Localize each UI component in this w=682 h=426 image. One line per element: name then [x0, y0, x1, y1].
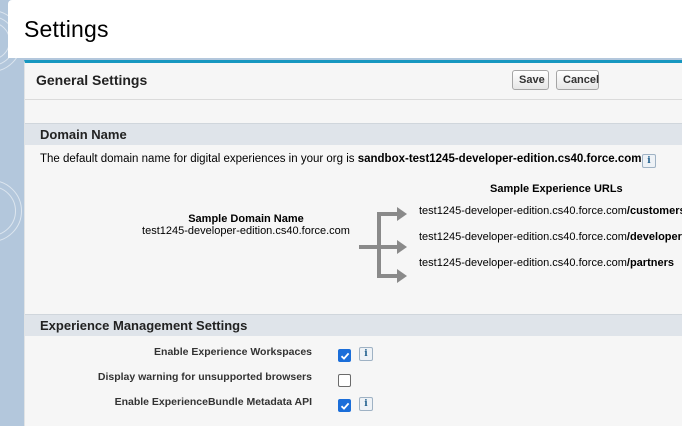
domain-name-section-header: Domain Name	[25, 123, 682, 145]
experience-management-section-header: Experience Management Settings	[25, 314, 682, 336]
url-path: /partners	[626, 257, 674, 269]
info-icon[interactable]: i	[642, 154, 656, 168]
sample-url-customers: test1245-developer-edition.cs40.force.co…	[419, 205, 682, 217]
section-title: Experience Management Settings	[40, 318, 248, 333]
info-icon[interactable]: i	[359, 347, 373, 361]
checkmark-icon	[340, 352, 350, 360]
panel-title: General Settings	[36, 72, 148, 88]
page-title: Settings	[24, 16, 109, 42]
default-domain: sandbox-test1245-developer-edition.cs40.…	[357, 153, 642, 165]
domain-description-text: The default domain name for digital expe…	[40, 153, 358, 165]
sample-domain-heading: Sample Domain Name	[188, 213, 304, 225]
sample-url-developers: test1245-developer-edition.cs40.force.co…	[419, 231, 682, 243]
info-icon[interactable]: i	[359, 397, 373, 411]
save-button[interactable]: Save	[512, 70, 549, 90]
section-title: Domain Name	[40, 127, 127, 142]
experiencebundle-api-label: Enable ExperienceBundle Metadata API	[114, 396, 312, 408]
unsupported-browser-warning-label: Display warning for unsupported browsers	[97, 371, 312, 383]
page-header: Settings	[8, 0, 682, 58]
enable-workspaces-checkbox[interactable]	[338, 349, 351, 362]
url-base: test1245-developer-edition.cs40.force.co…	[419, 257, 627, 269]
sample-url-partners: test1245-developer-edition.cs40.force.co…	[419, 257, 674, 269]
url-base: test1245-developer-edition.cs40.force.co…	[419, 231, 627, 243]
general-settings-panel: General Settings Save Cancel Domain Name…	[24, 60, 682, 426]
enable-workspaces-label: Enable Experience Workspaces	[154, 346, 312, 358]
url-path: /developers	[626, 231, 682, 243]
branch-arrow-icon	[359, 207, 407, 283]
url-base: test1245-developer-edition.cs40.force.co…	[419, 205, 627, 217]
sample-domain-value: test1245-developer-edition.cs40.force.co…	[142, 225, 350, 237]
background-decoration	[0, 0, 22, 426]
experiencebundle-api-checkbox[interactable]	[338, 399, 351, 412]
cancel-button[interactable]: Cancel	[556, 70, 599, 90]
panel-header: General Settings Save Cancel	[25, 63, 682, 100]
sample-urls-heading: Sample Experience URLs	[490, 183, 623, 195]
url-path: /customers	[626, 205, 682, 217]
domain-description: The default domain name for digital expe…	[40, 153, 641, 165]
unsupported-browser-warning-checkbox[interactable]	[338, 374, 351, 387]
checkmark-icon	[340, 402, 350, 410]
